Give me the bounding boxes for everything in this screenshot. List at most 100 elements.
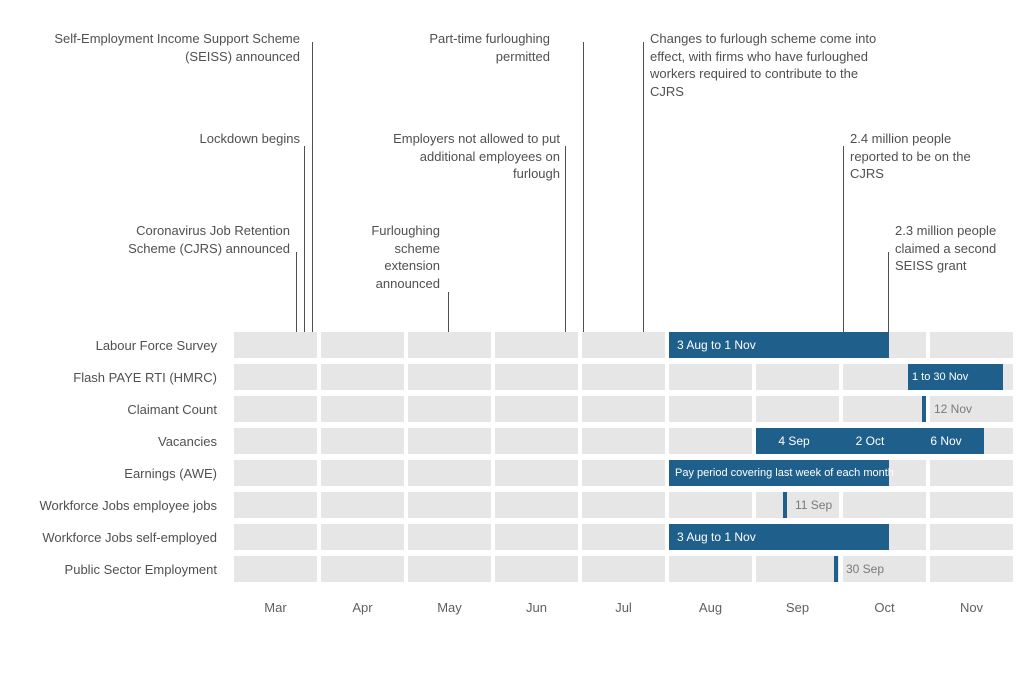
tick-label-public: 30 Sep: [840, 556, 884, 582]
grid-cell: [234, 364, 317, 390]
grid-cell: [495, 492, 578, 518]
grid-cell: [408, 364, 491, 390]
grid-cell: [321, 364, 404, 390]
grid-cell: [234, 556, 317, 582]
grid-cell: [582, 556, 665, 582]
grid-cell: [408, 428, 491, 454]
month-sep: Sep: [756, 600, 839, 615]
row-label-paye: Flash PAYE RTI (HMRC): [0, 364, 225, 390]
grid-cell: [321, 428, 404, 454]
grid-cell: [669, 556, 752, 582]
event-line-changes: [643, 42, 644, 332]
month-mar: Mar: [234, 600, 317, 615]
tick-public: [834, 556, 838, 582]
grid-cell: [234, 460, 317, 486]
grid-cell: [582, 332, 665, 358]
vac-label-c: 6 Nov: [908, 428, 984, 454]
grid-cell: [408, 460, 491, 486]
row-label-claimant: Claimant Count: [0, 396, 225, 422]
grid-cell: [234, 332, 317, 358]
month-nov: Nov: [930, 600, 1013, 615]
row-label-wf-emp: Workforce Jobs employee jobs: [0, 492, 225, 518]
grid-cell: [495, 332, 578, 358]
grid-cell: [408, 396, 491, 422]
anno-people-cjrs: 2.4 million people reported to be on the…: [850, 130, 990, 183]
grid-cell: [495, 524, 578, 550]
tick-label-claimant: 12 Nov: [928, 396, 972, 422]
anno-seiss-announced: Self-Employment Income Support Scheme (S…: [40, 30, 300, 65]
grid-cell: [669, 492, 752, 518]
grid-cell: [495, 364, 578, 390]
grid-cell: [408, 524, 491, 550]
grid-cell: [843, 492, 926, 518]
month-may: May: [408, 600, 491, 615]
tick-wf-emp: [783, 492, 787, 518]
event-line-seiss: [312, 42, 313, 332]
grid-cell: [321, 556, 404, 582]
anno-cjrs-announced: Coronavirus Job Retention Scheme (CJRS) …: [85, 222, 290, 257]
grid-cell: [582, 492, 665, 518]
row-label-vacancies: Vacancies: [0, 428, 225, 454]
grid-cell: [321, 396, 404, 422]
month-aug: Aug: [669, 600, 752, 615]
event-line-parttime: [583, 42, 584, 332]
grid-cell: [930, 524, 1013, 550]
grid-cell: [582, 460, 665, 486]
anno-furlough-extension: Furloughing scheme extension announced: [350, 222, 440, 292]
tick-claimant: [922, 396, 926, 422]
grid-cell: [408, 492, 491, 518]
bar-wf-self: 3 Aug to 1 Nov: [669, 524, 889, 550]
grid-cell: [582, 396, 665, 422]
event-line-furlough-ext: [448, 292, 449, 332]
anno-changes-furlough: Changes to furlough scheme come into eff…: [650, 30, 885, 100]
bar-lfs: 3 Aug to 1 Nov: [669, 332, 889, 358]
grid-cell: [930, 556, 1013, 582]
grid-cell: [408, 332, 491, 358]
grid-cell: [234, 492, 317, 518]
grid-cell: [495, 428, 578, 454]
grid-cell: [930, 460, 1013, 486]
row-label-wf-self: Workforce Jobs self-employed: [0, 524, 225, 550]
row-label-public: Public Sector Employment: [0, 556, 225, 582]
anno-lockdown-begins: Lockdown begins: [120, 130, 300, 148]
row-label-lfs: Labour Force Survey: [0, 332, 225, 358]
bar-paye: 1 to 30 Nov: [908, 364, 1003, 390]
grid-cell: [495, 460, 578, 486]
grid-cell: [669, 364, 752, 390]
month-apr: Apr: [321, 600, 404, 615]
vac-label-b: 2 Oct: [832, 428, 908, 454]
event-line-employers: [565, 146, 566, 332]
grid-cell: [408, 556, 491, 582]
event-line-lockdown: [304, 146, 305, 332]
grid-cell: [669, 396, 752, 422]
event-line-seiss2: [888, 252, 889, 332]
grid-cell: [321, 492, 404, 518]
anno-parttime-furlough: Part-time furloughing permitted: [380, 30, 550, 65]
grid-cell: [495, 396, 578, 422]
grid-cell: [756, 396, 839, 422]
month-oct: Oct: [843, 600, 926, 615]
anno-seiss-second: 2.3 million people claimed a second SEIS…: [895, 222, 1015, 275]
anno-employers-not-allowed: Employers not allowed to put additional …: [380, 130, 560, 183]
grid-cell: [930, 332, 1013, 358]
grid-cell: [234, 428, 317, 454]
row-label-earnings: Earnings (AWE): [0, 460, 225, 486]
grid-cell: [321, 460, 404, 486]
event-line-24m: [843, 146, 844, 332]
grid-cell: [234, 524, 317, 550]
bar-earnings: Pay period covering last week of each mo…: [669, 460, 889, 486]
event-line-cjrs: [296, 252, 297, 332]
grid-cell: [582, 428, 665, 454]
timeline-diagram: Self-Employment Income Support Scheme (S…: [0, 0, 1024, 695]
grid-cell: [582, 524, 665, 550]
grid-cell: [843, 396, 926, 422]
grid-cell: [582, 364, 665, 390]
grid-cell: [234, 396, 317, 422]
grid-cell: [321, 524, 404, 550]
grid-cell: [669, 428, 752, 454]
grid-cell: [756, 556, 839, 582]
grid-cell: [930, 492, 1013, 518]
vac-label-a: 4 Sep: [756, 428, 832, 454]
month-jul: Jul: [582, 600, 665, 615]
grid-cell: [321, 332, 404, 358]
